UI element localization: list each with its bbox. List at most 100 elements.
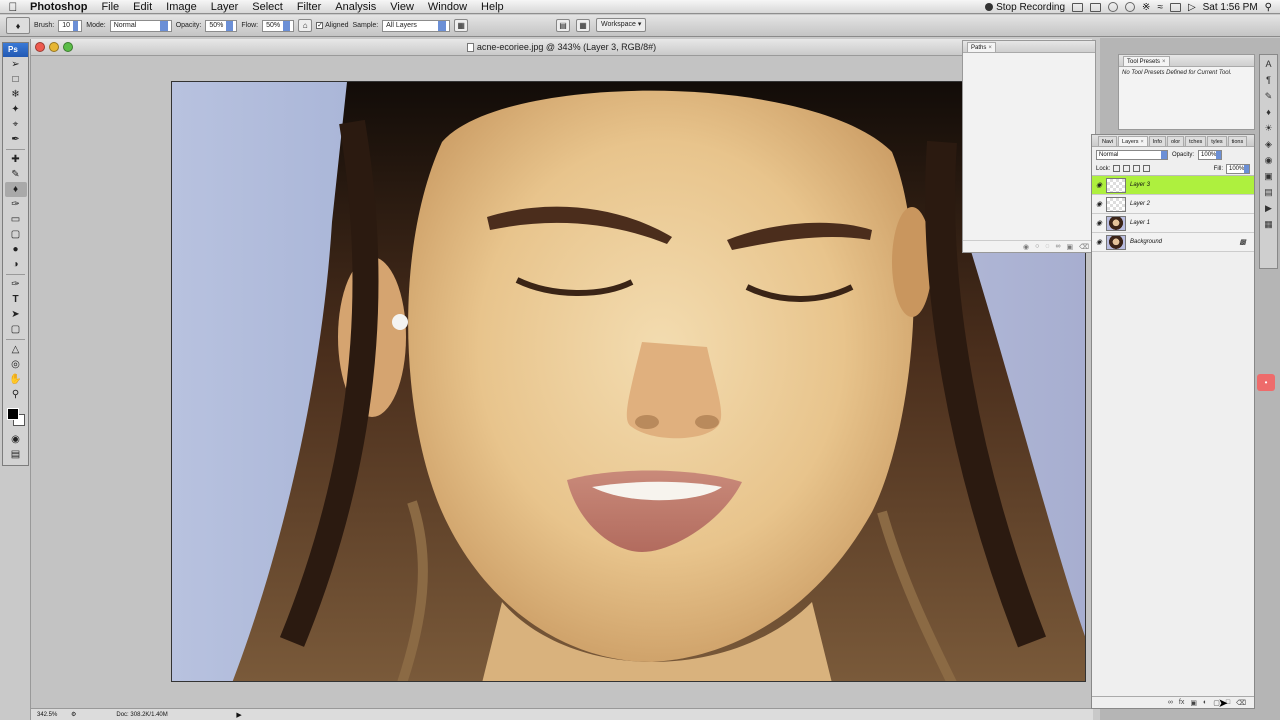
layer-style-icon[interactable]: fx — [1179, 699, 1184, 706]
3d-camera-tool-icon[interactable]: ◎ — [5, 357, 27, 372]
crop-tool-icon[interactable]: ⌖ — [5, 117, 27, 132]
adjustment-layer-icon[interactable]: ◐ — [1203, 699, 1207, 706]
workspace-menu[interactable]: Workspace ▾ — [596, 18, 647, 32]
foreground-color[interactable] — [6, 408, 19, 420]
magic-wand-tool-icon[interactable]: ✦ — [5, 102, 27, 117]
gradient-tool-icon[interactable]: ▢ — [5, 227, 27, 242]
clone-source-icon[interactable]: ♦ — [1262, 106, 1275, 119]
bluetooth-icon[interactable]: ※ — [1142, 2, 1150, 13]
menu-edit[interactable]: Edit — [126, 0, 159, 14]
channels-icon[interactable]: ◉ — [1262, 154, 1275, 167]
tab-actions[interactable]: tions — [1227, 136, 1248, 146]
fill-field[interactable]: 100% — [1226, 163, 1250, 174]
screen-mode-icon[interactable]: ▤ — [5, 447, 27, 462]
display-icon[interactable] — [1090, 2, 1102, 12]
stroke-path-icon[interactable]: ○ — [1035, 243, 1039, 250]
menu-layer[interactable]: Layer — [204, 0, 246, 14]
lock-transparent-icon[interactable] — [1113, 165, 1121, 172]
status-menu-arrow-icon[interactable]: ▶ — [236, 711, 241, 719]
tab-tool-presets[interactable]: Tool Presets × — [1123, 56, 1170, 66]
tab-layers[interactable]: Layers × — [1118, 136, 1148, 146]
bridge-button[interactable]: ▦ — [576, 18, 590, 32]
masks-icon[interactable]: ▣ — [1262, 170, 1275, 183]
make-work-path-icon[interactable]: ∞ — [1055, 243, 1060, 250]
eraser-tool-icon[interactable]: ▭ — [5, 212, 27, 227]
flow-field[interactable]: 50% — [262, 19, 295, 32]
aligned-checkbox[interactable]: ✓ Aligned — [316, 22, 348, 29]
eye-icon[interactable]: ◉ — [1092, 238, 1106, 246]
shape-tool-icon[interactable]: ▢ — [5, 322, 27, 337]
tab-info[interactable]: Info — [1148, 136, 1166, 146]
layer-row-layer-1[interactable]: ◉ Layer 1 — [1092, 214, 1254, 233]
layer-row-layer-3[interactable]: ◉ Layer 3 — [1092, 176, 1254, 195]
mode-select[interactable]: Normal — [109, 19, 172, 32]
apple-icon[interactable]:  — [0, 0, 26, 14]
close-icon[interactable]: × — [1162, 59, 1166, 65]
tool-preset-picker[interactable]: ♦ — [6, 17, 30, 34]
close-icon[interactable]: × — [988, 45, 992, 51]
document-titlebar[interactable]: acne-ecoriee.jpg @ 343% (Layer 3, RGB/8#… — [31, 39, 1092, 56]
blend-mode-select[interactable]: Normal — [1096, 149, 1168, 160]
menu-file[interactable]: File — [94, 0, 126, 14]
paragraph-icon[interactable]: ¶ — [1262, 74, 1275, 87]
battery-icon[interactable] — [1169, 2, 1181, 12]
new-path-icon[interactable]: ▣ — [1066, 243, 1073, 251]
tab-styles[interactable]: tyles — [1207, 136, 1227, 146]
delete-layer-icon[interactable]: ⌫ — [1236, 699, 1246, 707]
menu-select[interactable]: Select — [245, 0, 290, 14]
lasso-tool-icon[interactable]: ❄ — [5, 87, 27, 102]
tab-swatches[interactable]: tches — [1185, 136, 1207, 146]
path-selection-tool-icon[interactable]: ➤ — [5, 307, 27, 322]
menu-image[interactable]: Image — [159, 0, 204, 14]
volume-icon[interactable]: ▷ — [1188, 2, 1196, 13]
brush-size-picker[interactable]: 10 — [58, 19, 83, 32]
clone-stamp-tool-icon[interactable]: ♦ — [4, 182, 27, 197]
lock-image-icon[interactable] — [1123, 165, 1131, 172]
menu-window[interactable]: Window — [421, 0, 474, 14]
3d-tool-icon[interactable]: △ — [5, 342, 27, 357]
character-icon[interactable]: A — [1262, 58, 1275, 71]
dodge-tool-icon[interactable]: ◑ — [5, 257, 27, 272]
eyedropper-tool-icon[interactable]: ✒ — [5, 132, 27, 147]
menu-view[interactable]: View — [383, 0, 421, 14]
airbrush-button[interactable]: ⌂ — [298, 19, 313, 32]
layers-dock-icon[interactable]: ◈ — [1262, 138, 1275, 151]
zoom-level[interactable]: 342.5% — [31, 712, 71, 718]
healing-brush-tool-icon[interactable]: ✚ — [5, 152, 27, 167]
layer-row-background[interactable]: ◉ Background ▩ — [1092, 233, 1254, 252]
type-tool-icon[interactable]: T — [5, 292, 27, 307]
eye-icon[interactable]: ◉ — [1092, 181, 1106, 189]
brush-tool-icon[interactable]: ✎ — [5, 167, 27, 182]
zoom-tool-icon[interactable]: ⚲ — [5, 387, 27, 402]
hand-tool-icon[interactable]: ✋ — [5, 372, 27, 387]
ignore-adjustment-button[interactable]: ▦ — [454, 19, 469, 32]
spotlight-icon[interactable]: ⚲ — [1265, 2, 1272, 13]
opacity-field[interactable]: 50% — [205, 19, 238, 32]
layer-opacity-field[interactable]: 100% — [1198, 149, 1223, 160]
link-layers-icon[interactable]: ∞ — [1168, 699, 1173, 706]
tab-paths[interactable]: Paths × — [967, 42, 996, 52]
color-swatches[interactable] — [5, 406, 27, 428]
move-tool-icon[interactable]: ➢ — [5, 57, 27, 72]
notification-badge-icon[interactable]: • — [1257, 374, 1275, 391]
eye-icon[interactable]: ◉ — [1092, 200, 1106, 208]
toggle-panels-button[interactable]: ▤ — [556, 18, 570, 32]
layer-row-layer-2[interactable]: ◉ Layer 2 — [1092, 195, 1254, 214]
tools-panel-badge[interactable]: Ps — [3, 43, 28, 57]
eye-icon[interactable]: ◉ — [1092, 219, 1106, 227]
time-machine-icon[interactable] — [1108, 2, 1119, 12]
menu-help[interactable]: Help — [474, 0, 511, 14]
fill-path-icon[interactable]: ◉ — [1023, 243, 1029, 251]
histogram-icon[interactable]: ▤ — [1262, 186, 1275, 199]
quick-mask-icon[interactable]: ◉ — [5, 432, 27, 447]
load-selection-icon[interactable]: ◌ — [1045, 243, 1049, 250]
stop-recording-item[interactable]: Stop Recording — [985, 2, 1065, 13]
menu-app-photoshop[interactable]: Photoshop — [26, 0, 94, 14]
lock-position-icon[interactable] — [1133, 165, 1141, 172]
tab-color[interactable]: olor — [1166, 136, 1185, 146]
layer-mask-icon[interactable]: ▣ — [1190, 699, 1197, 707]
menu-analysis[interactable]: Analysis — [328, 0, 383, 14]
clock[interactable]: Sat 1:56 PM — [1203, 2, 1258, 13]
tab-navigator[interactable]: Navi — [1098, 136, 1118, 146]
brushes-icon[interactable]: ✎ — [1262, 90, 1275, 103]
